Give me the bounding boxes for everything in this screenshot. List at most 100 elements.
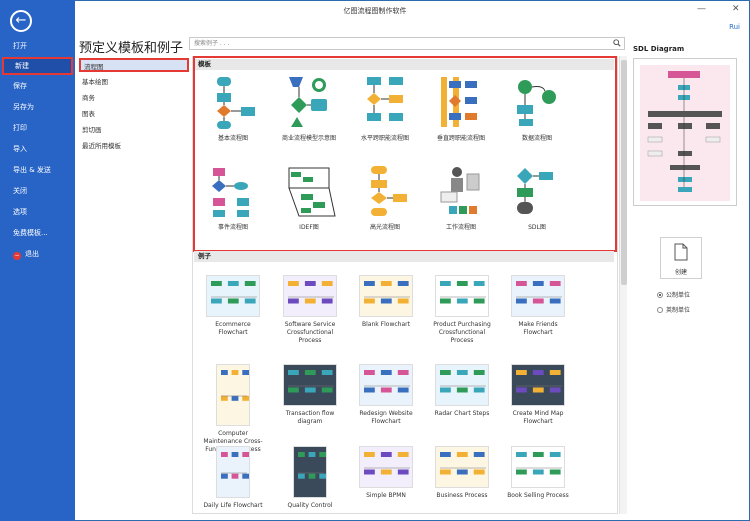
- example-item[interactable]: Business Process: [423, 446, 501, 500]
- menu-save[interactable]: 保存: [0, 77, 75, 95]
- category-charts[interactable]: 图表: [79, 107, 189, 121]
- menu-close[interactable]: 关闭: [0, 182, 75, 200]
- example-item[interactable]: Quality Control: [271, 446, 349, 510]
- example-label-line: Simple BPMN: [366, 492, 406, 499]
- example-thumbnail: [359, 364, 413, 406]
- search-icon[interactable]: [613, 39, 621, 47]
- menu-new[interactable]: 新建: [2, 57, 73, 75]
- data-flow-icon: [517, 80, 556, 126]
- category-business[interactable]: 商务: [79, 91, 189, 105]
- search-input[interactable]: 搜索例子 . . .: [189, 37, 625, 50]
- example-label-line: Flowchart: [218, 329, 248, 336]
- minimize-button[interactable]: —: [697, 4, 706, 14]
- example-item[interactable]: ComputerMaintenance Cross-Functional Pro…: [194, 364, 272, 454]
- example-label: Business Process: [423, 492, 501, 500]
- example-label-line: Business Process: [436, 492, 488, 499]
- radio-imperial-units[interactable]: 英制单位: [657, 305, 690, 314]
- close-button[interactable]: ✕: [732, 4, 740, 14]
- preview-title: SDL Diagram: [633, 45, 685, 53]
- example-label-line: Create Mind Map: [512, 410, 564, 417]
- menu-options[interactable]: 选项: [0, 203, 75, 221]
- template-event-flowchart[interactable]: 事件流程图: [198, 164, 268, 232]
- example-label: Blank Flowchart: [347, 321, 425, 329]
- back-button[interactable]: ←: [10, 10, 32, 32]
- sdl-preview-image: [634, 59, 736, 205]
- radio-metric-units[interactable]: 公制单位: [657, 290, 690, 299]
- example-thumbnail: [216, 364, 250, 426]
- basic-flowchart-icon: [217, 77, 255, 129]
- template-data-flowchart[interactable]: 数据流程图: [502, 75, 572, 143]
- example-thumbnail: [283, 364, 337, 406]
- category-flowchart[interactable]: 流程图: [79, 58, 189, 72]
- example-item[interactable]: Simple BPMN: [347, 446, 425, 500]
- category-clipart[interactable]: 剪切画: [79, 123, 189, 137]
- template-label: IDEF图: [299, 224, 319, 231]
- example-item[interactable]: Redesign Website Flowchart: [347, 364, 425, 426]
- example-item[interactable]: Ecommerce Flowchart: [194, 275, 272, 337]
- example-label: Redesign Website Flowchart: [347, 410, 425, 426]
- example-label-line: Flowchart: [523, 418, 553, 425]
- example-item[interactable]: Create Mind Map Flowchart: [499, 364, 577, 426]
- example-label: Software Service Crossfunctional Process: [271, 321, 349, 345]
- template-horizontal-crossfunctional[interactable]: 水平跨职能流程图: [350, 75, 420, 143]
- example-item[interactable]: Daily Life Flowchart: [194, 446, 272, 510]
- example-thumbnail: [435, 275, 489, 317]
- example-thumbnail: [435, 446, 489, 488]
- example-item[interactable]: Make Friends Flowchart: [499, 275, 577, 337]
- example-label-line: Blank Flowchart: [362, 321, 410, 328]
- example-label-line: Crossfunctional: [438, 329, 486, 336]
- menu-open[interactable]: 打开: [0, 37, 75, 55]
- vertical-scrollbar[interactable]: [619, 56, 627, 514]
- menu-save-as[interactable]: 另存为: [0, 98, 75, 116]
- example-label: Radar Chart Steps: [423, 410, 501, 418]
- example-label-line: Transaction flow: [285, 410, 335, 417]
- idef-icon: [288, 167, 336, 217]
- menu-import[interactable]: 导入: [0, 140, 75, 158]
- scrollbar-thumb[interactable]: [621, 60, 627, 285]
- example-thumbnail: [435, 364, 489, 406]
- template-label: 基本流程图: [217, 135, 248, 142]
- user-name[interactable]: Rui: [729, 23, 740, 31]
- example-item[interactable]: Software Service Crossfunctional Process: [271, 275, 349, 345]
- template-preview: [633, 58, 737, 206]
- radio-label: 英制单位: [666, 307, 691, 314]
- example-label-line: Ecommerce: [215, 321, 251, 328]
- highlight-flowchart-icon: [371, 166, 407, 216]
- template-label: 高光流程图: [369, 224, 400, 231]
- template-label: 工作流程图: [445, 224, 476, 231]
- example-label-line: Process: [298, 337, 322, 344]
- menu-exit[interactable]: − 退出: [0, 245, 75, 263]
- example-label-line: Maintenance Cross-: [203, 438, 263, 445]
- radio-label: 公制单位: [666, 292, 691, 299]
- menu-free-templates[interactable]: 免费模板...: [0, 224, 75, 242]
- template-sdl[interactable]: SDL图: [502, 164, 572, 232]
- template-vertical-crossfunctional[interactable]: 垂直跨职能流程图: [426, 75, 496, 143]
- menu-print[interactable]: 打印: [0, 119, 75, 137]
- menu-export-send[interactable]: 导出 & 发送: [0, 161, 75, 179]
- arrow-left-icon: ←: [15, 13, 27, 28]
- example-thumbnail: [511, 275, 565, 317]
- example-item[interactable]: Transaction flow diagram: [271, 364, 349, 426]
- example-thumbnail: [511, 446, 565, 488]
- create-button[interactable]: 创建: [660, 237, 702, 279]
- radio-dot-icon: [657, 292, 663, 298]
- template-highlight-flowchart[interactable]: 高光流程图: [350, 164, 420, 232]
- template-idef[interactable]: IDEF图: [274, 164, 344, 232]
- example-item[interactable]: Radar Chart Steps: [423, 364, 501, 418]
- category-recent-templates[interactable]: 最近所用模板: [79, 139, 189, 153]
- template-label: 数据流程图: [521, 135, 552, 142]
- template-business-process-model[interactable]: 商业流程模型示意图: [274, 75, 344, 143]
- new-document-icon: [674, 243, 688, 261]
- workflow-icon: [440, 167, 480, 214]
- template-workflow[interactable]: 工作流程图: [426, 164, 496, 232]
- example-item[interactable]: Book Selling Process: [499, 446, 577, 500]
- template-basic-flowchart[interactable]: 基本流程图: [198, 75, 268, 143]
- template-label: 水平跨职能流程图: [360, 135, 409, 142]
- sidebar: ← 打开 新建 保存 另存为 打印 导入 导出 & 发送 关闭 选项 免费模板.…: [0, 0, 75, 521]
- example-item[interactable]: Blank Flowchart: [347, 275, 425, 329]
- category-basic-drawing[interactable]: 基本绘图: [79, 75, 189, 89]
- event-flowchart-icon: [212, 168, 249, 217]
- example-item[interactable]: Product Purchasing Crossfunctional Process: [423, 275, 501, 345]
- template-label: 垂直跨职能流程图: [436, 135, 485, 142]
- example-label-line: Product Purchasing: [433, 321, 491, 328]
